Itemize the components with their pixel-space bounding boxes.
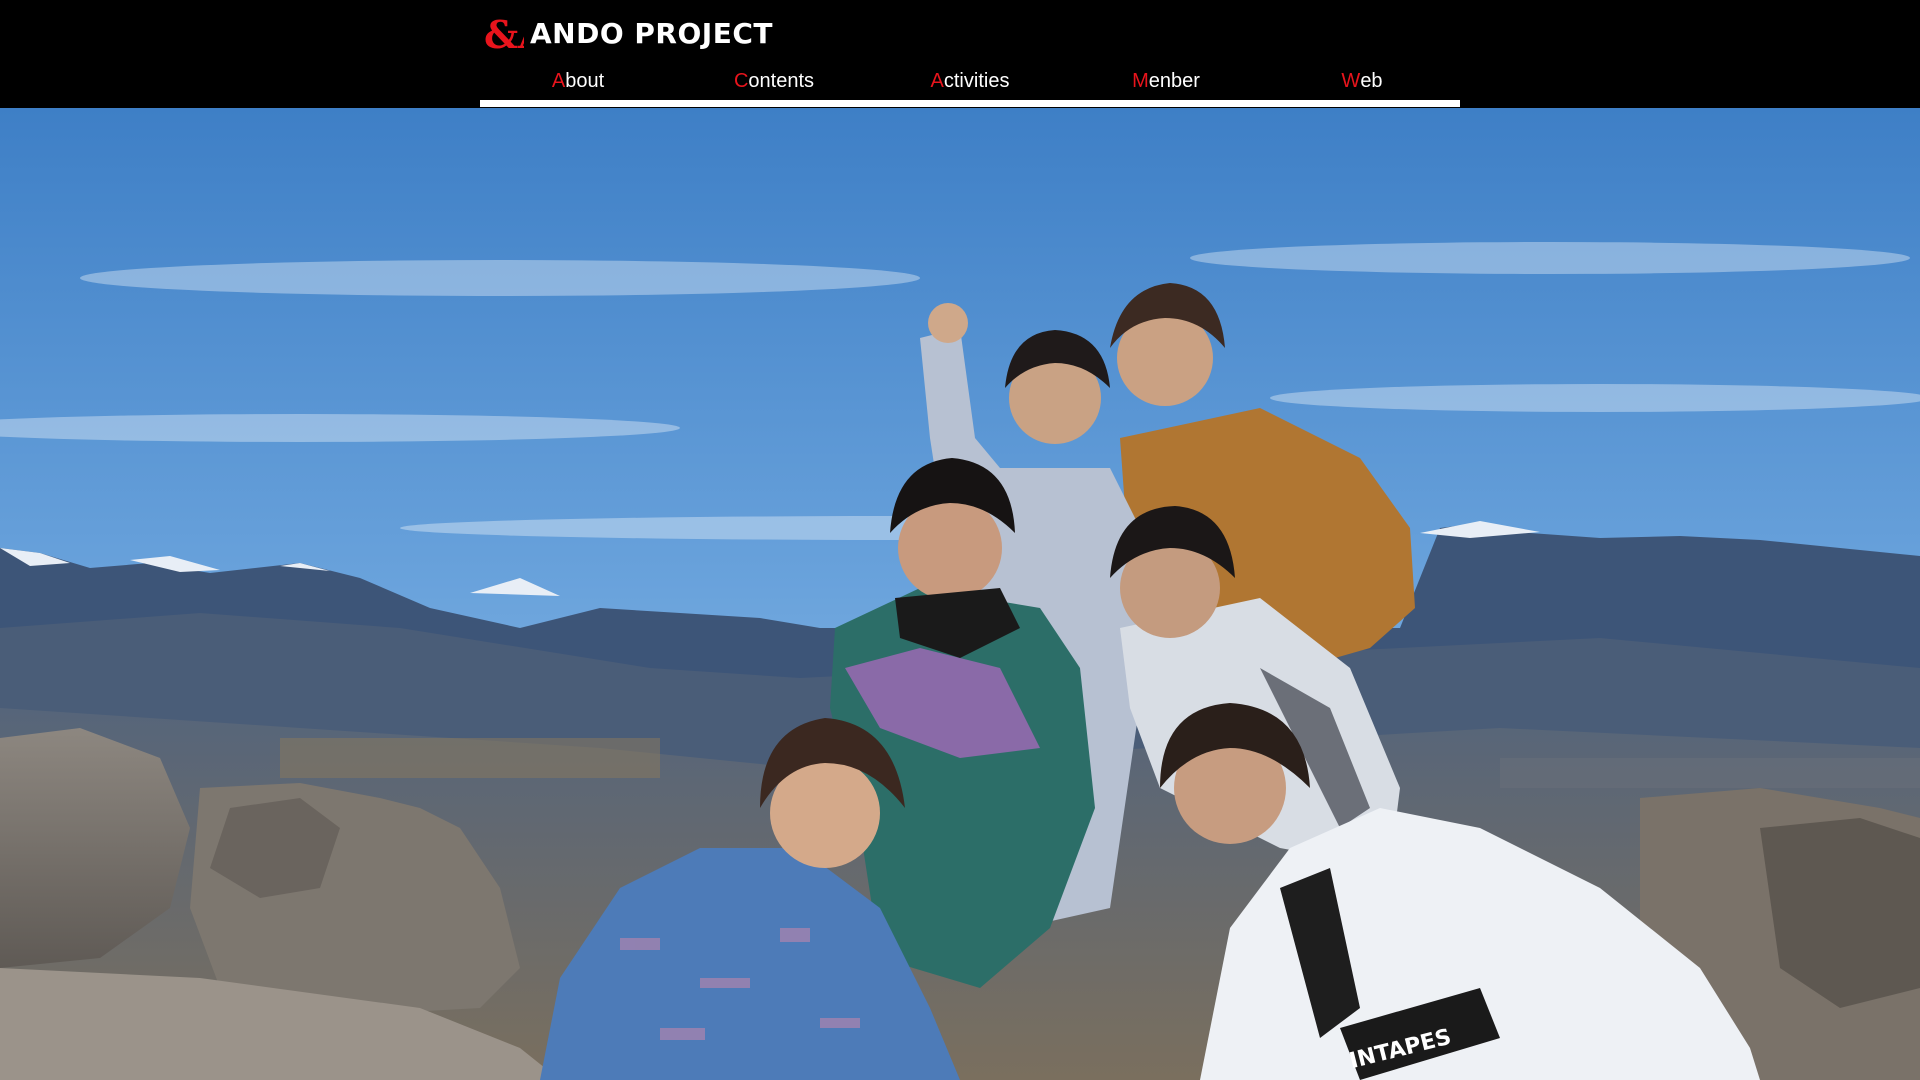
logo-text: ANDO PROJECT	[530, 16, 773, 50]
svg-text:&A: &A	[484, 12, 524, 56]
hero-image: INTAPES	[0, 108, 1920, 1080]
nav-item-contents[interactable]: Contents	[676, 62, 872, 100]
nav-item-member[interactable]: Menber	[1068, 62, 1264, 100]
site-logo[interactable]: &A ANDO PROJECT	[484, 10, 773, 56]
group-photo-illustration: INTAPES	[0, 108, 1920, 1080]
nav-item-web[interactable]: Web	[1264, 62, 1460, 100]
logo-mark-icon: &A	[484, 12, 524, 56]
main-nav: About Contents Activities Menber Web	[480, 62, 1460, 107]
nav-item-activities[interactable]: Activities	[872, 62, 1068, 100]
nav-item-about[interactable]: About	[480, 62, 676, 100]
site-header: &A ANDO PROJECT About Contents Activitie…	[0, 0, 1920, 108]
